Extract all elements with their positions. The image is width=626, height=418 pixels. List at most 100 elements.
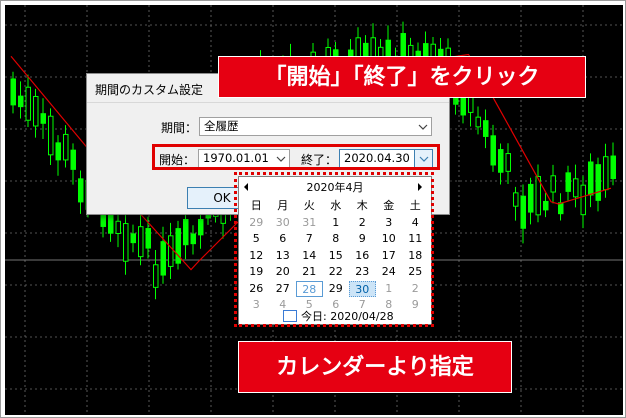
calendar-day[interactable]: 13: [270, 248, 297, 265]
weekday-header: 日 月 火 水 木 金 土: [243, 198, 429, 215]
candle-body: [33, 96, 39, 127]
calendar-day[interactable]: 24: [376, 264, 403, 281]
period-select[interactable]: 全履歴: [199, 117, 432, 136]
candle-body: [610, 155, 616, 180]
candle-body: [543, 200, 549, 211]
calendar-day[interactable]: 22: [323, 264, 350, 281]
candle-body: [40, 113, 46, 124]
candle-body: [55, 142, 61, 161]
candle-body: [588, 161, 594, 196]
calendar-week: 12 13 14 15 16 17 18: [243, 248, 429, 265]
today-link[interactable]: 今日: 2020/04/28: [301, 308, 394, 324]
candle-body: [565, 172, 571, 192]
calendar-day[interactable]: 7: [296, 231, 323, 248]
candle-body: [190, 233, 196, 245]
calendar-day[interactable]: 30: [270, 215, 297, 232]
candle-body: [483, 120, 489, 137]
calendar-day[interactable]: 16: [349, 248, 376, 265]
calendar-weeks: 29 30 31 1 2 3 4 5 6 7 8 9 10 11 12 13 14 15 16 17 18 19 20 21 2…: [243, 215, 429, 314]
calendar-day[interactable]: 25: [402, 264, 429, 281]
candle-body: [123, 223, 129, 262]
weekday-label: 木: [356, 199, 368, 212]
calendar-day[interactable]: 3: [243, 297, 270, 314]
calendar-day[interactable]: 19: [243, 264, 270, 281]
calendar-day[interactable]: 5: [243, 231, 270, 248]
calendar-day[interactable]: 31: [296, 215, 323, 232]
candle-body: [475, 116, 481, 128]
calendar-week: 5 6 7 8 9 10 11: [243, 231, 429, 248]
candle-body: [498, 149, 504, 173]
period-label: 期間：: [161, 121, 198, 135]
calendar-day[interactable]: 29: [323, 281, 350, 298]
dialog-divider: [87, 102, 449, 103]
calendar-day[interactable]: 10: [376, 231, 403, 248]
candle-body: [603, 156, 609, 191]
calendar-day[interactable]: 8: [323, 231, 350, 248]
weekday-label: 日: [250, 199, 262, 212]
calendar-day[interactable]: 28: [296, 280, 323, 297]
today-marker-icon: [283, 310, 297, 322]
candle-body: [505, 153, 511, 172]
next-month-icon[interactable]: [416, 182, 426, 192]
instruction-callout-bottom: カレンダーより指定: [238, 341, 512, 393]
weekday-label: 火: [303, 199, 315, 212]
candle-body: [513, 192, 519, 207]
candle-body: [580, 184, 586, 216]
calendar-day[interactable]: 18: [402, 248, 429, 265]
calendar-day[interactable]: 23: [349, 264, 376, 281]
calendar-day[interactable]: 6: [270, 231, 297, 248]
date-fields-highlight: [152, 144, 440, 170]
calendar-day[interactable]: 9: [402, 297, 429, 314]
calendar-day[interactable]: 2: [402, 281, 429, 298]
candle-body: [153, 264, 159, 288]
calendar-week: 19 20 21 22 23 24 25: [243, 264, 429, 281]
candle-body: [10, 78, 16, 106]
candle-body: [48, 115, 54, 156]
calendar-day[interactable]: 11: [402, 231, 429, 248]
calendar-day[interactable]: 27: [270, 281, 297, 298]
calendar-day[interactable]: 17: [376, 248, 403, 265]
calendar-day[interactable]: 29: [243, 215, 270, 232]
calendar-day[interactable]: 21: [296, 264, 323, 281]
candle-body: [183, 219, 189, 246]
candle-body: [115, 220, 121, 235]
weekday-label: 水: [330, 199, 342, 212]
calendar-day[interactable]: 1: [323, 215, 350, 232]
candle-body: [138, 226, 144, 258]
calendar-day[interactable]: 3: [376, 215, 403, 232]
candle-body: [573, 178, 579, 198]
candle-body: [520, 195, 526, 229]
instruction-callout-top: 「開始」「終了」をクリック: [218, 56, 586, 98]
calendar-day[interactable]: 20: [270, 264, 297, 281]
calendar-day[interactable]: 14: [296, 248, 323, 265]
calendar-grid: 日 月 火 水 木 金 土 29 30 31 1 2 3 4 5 6 7 8 9 10 11 12 13 14 1…: [243, 198, 429, 314]
calendar-week: 29 30 31 1 2 3 4: [243, 215, 429, 232]
candle-body: [70, 149, 76, 170]
candle-body: [18, 95, 24, 108]
candle-body: [490, 135, 496, 166]
candle-body: [558, 202, 564, 215]
calendar-day[interactable]: 2: [349, 215, 376, 232]
candle-body: [595, 164, 601, 201]
calendar-day[interactable]: 1: [376, 281, 403, 298]
calendar-day[interactable]: 12: [243, 248, 270, 265]
candle-body: [550, 175, 556, 193]
candle-body: [528, 183, 534, 213]
candle-body: [160, 241, 166, 276]
dialog-title: 期間のカスタム設定: [95, 83, 204, 97]
calendar-day[interactable]: 15: [323, 248, 350, 265]
candle-body: [78, 178, 84, 203]
candle-body: [25, 86, 31, 121]
calendar-week: 26 27 28 29 30 1 2: [243, 280, 429, 298]
calendar-day[interactable]: 26: [243, 281, 270, 298]
weekday-label: 土: [409, 199, 421, 212]
chevron-down-icon: [414, 118, 431, 135]
calendar-day[interactable]: 4: [402, 215, 429, 232]
candle-body: [168, 235, 174, 267]
calendar-popup: 2020年4月 日 月 火 水 木 金 土 29 30 31 1 2 3 4 5 6 7 8 9 10 1…: [238, 176, 432, 325]
period-value: 全履歴: [204, 119, 239, 133]
calendar-day[interactable]: 9: [349, 231, 376, 248]
candle-body: [198, 218, 204, 236]
calendar-day[interactable]: 30: [349, 280, 376, 297]
candle-body: [130, 233, 136, 244]
